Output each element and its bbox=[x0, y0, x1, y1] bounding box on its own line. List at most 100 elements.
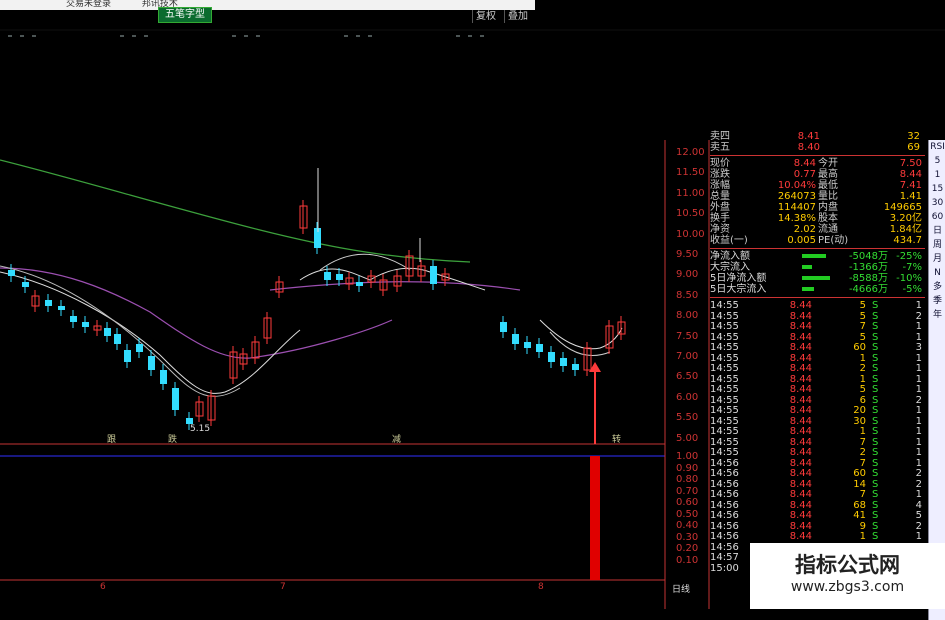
candle-body[interactable] bbox=[58, 306, 65, 310]
candle-body[interactable] bbox=[114, 334, 121, 344]
candle-body[interactable] bbox=[560, 358, 567, 366]
tick-price: 8.44 bbox=[789, 310, 812, 322]
tick-row[interactable]: 14:55 8.44 7 S 1 bbox=[710, 437, 925, 448]
candle-body[interactable] bbox=[524, 342, 531, 348]
period-button[interactable]: 15 bbox=[929, 182, 945, 196]
period-button[interactable]: 多 bbox=[929, 280, 945, 294]
period-button[interactable]: 60 bbox=[929, 210, 945, 224]
quote-value: 7.41 bbox=[899, 180, 922, 191]
price-tick-label: 8.50 bbox=[676, 289, 699, 301]
period-button[interactable]: 30 bbox=[929, 196, 945, 210]
tick-row[interactable]: 14:56 8.44 7 S 1 bbox=[710, 458, 925, 469]
candle-body[interactable] bbox=[136, 344, 143, 352]
flow-label: 净流入额 bbox=[710, 251, 750, 262]
candle-body[interactable] bbox=[22, 282, 29, 287]
tick-row[interactable]: 14:56 8.44 68 S 4 bbox=[710, 500, 925, 511]
tick-count: 1 bbox=[915, 300, 922, 311]
candle-body[interactable] bbox=[548, 352, 555, 362]
watermark-url: www.zbgs3.com bbox=[790, 579, 905, 595]
quote-value: 3.20亿 bbox=[889, 213, 922, 224]
tick-count: 4 bbox=[915, 499, 922, 511]
period-button[interactable]: 日 bbox=[929, 224, 945, 238]
period-button[interactable]: 1 bbox=[929, 168, 945, 182]
candle-body[interactable] bbox=[336, 274, 343, 280]
tick-row[interactable]: 14:56 8.44 9 S 2 bbox=[710, 521, 925, 532]
period-button[interactable]: 季 bbox=[929, 294, 945, 308]
tick-row[interactable]: 14:55 8.44 5 S 2 bbox=[710, 311, 925, 322]
period-button[interactable]: RSI bbox=[929, 140, 945, 154]
candle-body[interactable] bbox=[104, 328, 111, 336]
tick-row[interactable]: 14:55 8.44 60 S 3 bbox=[710, 342, 925, 353]
tick-row[interactable]: 14:55 8.44 1 S 1 bbox=[710, 374, 925, 385]
tick-row[interactable]: 14:55 8.44 2 S 1 bbox=[710, 363, 925, 374]
quote-label: 今开 bbox=[818, 158, 838, 169]
tick-side: S bbox=[872, 415, 879, 427]
candle-body[interactable] bbox=[512, 334, 519, 344]
tick-row[interactable]: 14:55 8.44 5 S 1 bbox=[710, 300, 925, 311]
tick-row[interactable]: 14:55 8.44 7 S 1 bbox=[710, 321, 925, 332]
tick-count: 3 bbox=[915, 342, 922, 353]
tick-side: S bbox=[872, 489, 879, 500]
candle-body[interactable] bbox=[148, 356, 155, 370]
candle-body[interactable] bbox=[45, 300, 52, 306]
sell5-row: 卖五 8.40 69 bbox=[710, 142, 925, 153]
quote-row: 总量 264073 量比 1.41 bbox=[710, 191, 925, 202]
indicator-tick-label: 0.60 bbox=[676, 497, 699, 508]
tick-row[interactable]: 14:55 8.44 6 S 2 bbox=[710, 395, 925, 406]
price-tick-label: 7.00 bbox=[676, 351, 699, 362]
period-button[interactable]: 月 bbox=[929, 252, 945, 266]
period-button[interactable]: 5 bbox=[929, 154, 945, 168]
period-tab[interactable]: 日线 bbox=[672, 582, 690, 595]
tick-row[interactable]: 14:56 8.44 14 S 2 bbox=[710, 479, 925, 490]
tick-count: 1 bbox=[915, 331, 922, 343]
period-button[interactable]: 年 bbox=[929, 308, 945, 322]
quote-value: 1.41 bbox=[899, 191, 922, 202]
quote-row: 外盘 114407 内盘 149665 bbox=[710, 202, 925, 213]
signal-label-2: 跌 bbox=[168, 435, 178, 445]
candle-body[interactable] bbox=[500, 322, 507, 332]
tick-row[interactable]: 14:55 8.44 1 S 1 bbox=[710, 353, 925, 364]
candle-body[interactable] bbox=[124, 350, 131, 362]
tick-list[interactable]: 14:55 8.44 5 S 1 14:55 8.44 5 S 2 14:55 8.44 7 S 1 14:5… bbox=[710, 300, 925, 574]
tick-row[interactable]: 14:568.441S1 bbox=[710, 531, 925, 542]
candle-body[interactable] bbox=[8, 270, 15, 276]
candle-body[interactable] bbox=[70, 316, 77, 322]
signal-label-4: 转 bbox=[612, 435, 622, 445]
tick-price: 8.44 bbox=[789, 457, 812, 469]
tick-row[interactable]: 14:56 8.44 60 S 2 bbox=[710, 468, 925, 479]
tick-time: 14:55 bbox=[710, 447, 739, 458]
tick-time: 14:56 bbox=[710, 457, 739, 469]
tick-volume: 5 bbox=[859, 300, 866, 311]
tick-side: S bbox=[872, 499, 879, 511]
tick-row[interactable]: 14:56 8.44 41 S 5 bbox=[710, 510, 925, 521]
tick-volume: 2 bbox=[859, 447, 866, 458]
flow-value: -5048万 bbox=[848, 251, 888, 262]
candle-body[interactable] bbox=[172, 388, 179, 410]
tick-time: 14:55 bbox=[710, 363, 739, 374]
period-button[interactable]: N bbox=[929, 266, 945, 280]
tick-row[interactable]: 14:55 8.44 5 S 1 bbox=[710, 332, 925, 343]
tick-count: 1 bbox=[915, 457, 922, 469]
candle-body[interactable] bbox=[160, 370, 167, 384]
tick-time: 15:00 bbox=[710, 562, 739, 574]
tick-row[interactable]: 14:56 8.44 7 S 1 bbox=[710, 489, 925, 500]
tick-time: 14:55 bbox=[710, 352, 739, 364]
tick-count: 1 bbox=[915, 384, 922, 395]
candle-body[interactable] bbox=[536, 344, 543, 352]
candle-body[interactable] bbox=[82, 322, 89, 327]
candle-body[interactable] bbox=[356, 282, 363, 286]
tick-row[interactable]: 14:55 8.44 2 S 1 bbox=[710, 447, 925, 458]
period-button[interactable]: 周 bbox=[929, 238, 945, 252]
candle-body[interactable] bbox=[324, 272, 331, 280]
quote-stats: 现价 8.44 今开 7.50 涨跌 0.77 最高 8.44 涨幅 10.04% 最低 7.41 总量… bbox=[710, 158, 925, 246]
tick-row[interactable]: 14:55 8.44 30 S 1 bbox=[710, 416, 925, 427]
candle-body[interactable] bbox=[430, 266, 437, 284]
flow-percent: -7% bbox=[902, 262, 922, 273]
sell5-volume: 69 bbox=[907, 142, 920, 153]
tick-row[interactable]: 14:55 8.44 5 S 1 bbox=[710, 384, 925, 395]
tick-price: 8.44 bbox=[789, 331, 812, 343]
tick-row[interactable]: 14:55 8.44 20 S 1 bbox=[710, 405, 925, 416]
quote-value: 264073 bbox=[777, 191, 816, 202]
tick-row[interactable]: 14:55 8.44 1 S 1 bbox=[710, 426, 925, 437]
candle-body[interactable] bbox=[572, 364, 579, 370]
